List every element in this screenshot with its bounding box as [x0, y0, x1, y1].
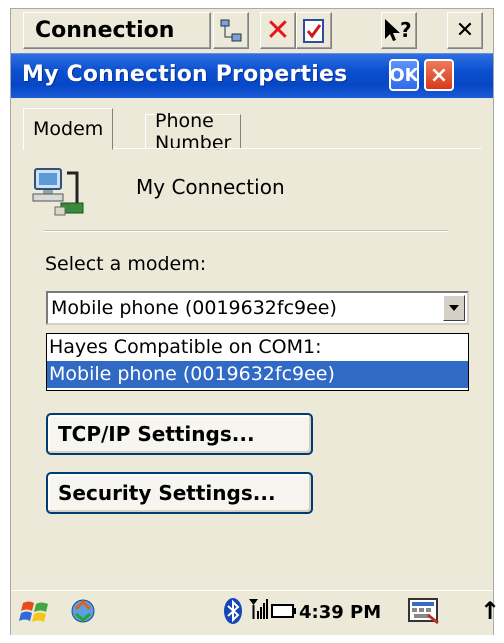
- start-icon[interactable]: [19, 597, 51, 631]
- command-bar: Connection ✕ ? ✕: [11, 9, 493, 54]
- signal-icon[interactable]: [247, 597, 269, 625]
- close-icon[interactable]: ✕: [447, 12, 483, 49]
- dropdown-option[interactable]: Hayes Compatible on COM1:: [47, 334, 468, 361]
- delete-icon[interactable]: ✕: [260, 12, 296, 49]
- ok-button[interactable]: OK: [389, 59, 419, 91]
- dropdown-arrow-icon[interactable]: [443, 295, 465, 321]
- taskbar: 4:39 PM ↑: [11, 590, 500, 635]
- connection-icon: [31, 163, 87, 223]
- connection-name: My Connection: [136, 175, 285, 199]
- bluetooth-icon[interactable]: [223, 597, 243, 629]
- modem-select[interactable]: Mobile phone (0019632fc9ee): [46, 291, 469, 325]
- tab-phone-number[interactable]: Phone Number: [145, 110, 242, 154]
- clock[interactable]: 4:39 PM: [299, 602, 381, 623]
- sync-icon[interactable]: [69, 597, 97, 629]
- input-method-arrow-icon[interactable]: ↑: [480, 597, 500, 625]
- close-button[interactable]: ×: [424, 59, 454, 91]
- select-modem-label: Select a modem:: [45, 253, 207, 275]
- modem-select-value: Mobile phone (0019632fc9ee): [51, 297, 337, 319]
- help-icon[interactable]: ?: [381, 12, 417, 49]
- tab-modem[interactable]: Modem: [23, 108, 114, 150]
- title-bar: My Connection Properties OK ×: [11, 53, 493, 98]
- tcpip-settings-button[interactable]: TCP/IP Settings...: [46, 413, 313, 455]
- dialog-body: Modem Phone Number My Connection Select …: [11, 98, 493, 573]
- checklist-icon[interactable]: [296, 12, 332, 49]
- modem-dropdown-list: Hayes Compatible on COM1: Mobile phone (…: [46, 333, 469, 391]
- separator: [43, 230, 448, 232]
- dropdown-option-selected[interactable]: Mobile phone (0019632fc9ee): [47, 361, 468, 388]
- connection-menu-button[interactable]: Connection: [23, 12, 211, 49]
- svg-text:?: ?: [400, 18, 412, 42]
- input-panel-icon[interactable]: [408, 597, 440, 629]
- dialog-title: My Connection Properties: [22, 62, 348, 87]
- battery-icon[interactable]: [271, 603, 297, 623]
- network-properties-icon[interactable]: [213, 12, 249, 49]
- security-settings-button[interactable]: Security Settings...: [46, 472, 313, 514]
